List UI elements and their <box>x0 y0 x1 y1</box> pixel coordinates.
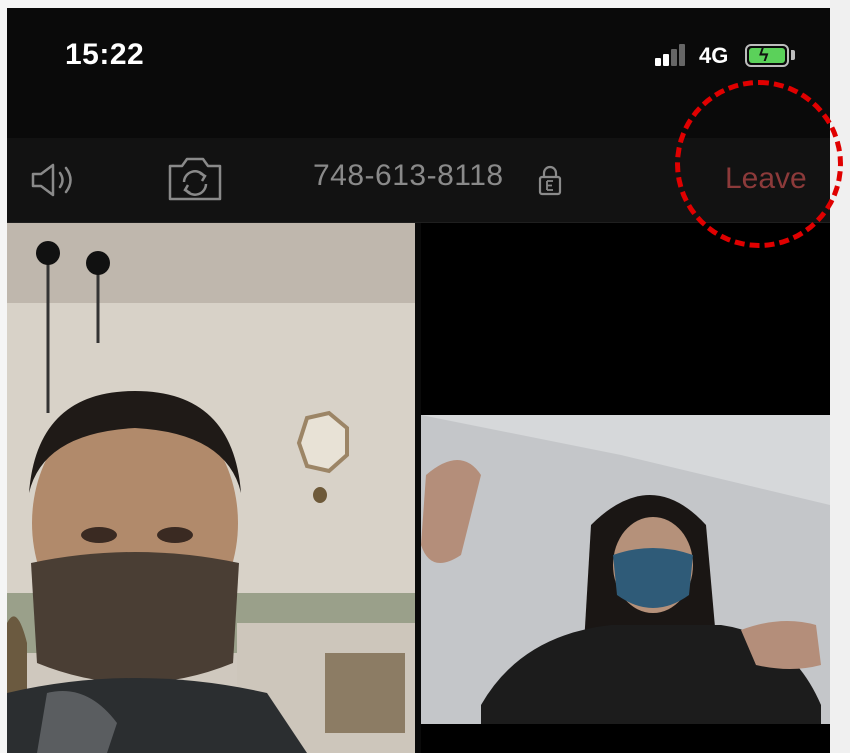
page-margin <box>830 0 850 753</box>
network-type: 4G <box>699 43 729 68</box>
speaker-icon[interactable] <box>29 160 81 200</box>
leave-highlight-circle <box>675 80 843 248</box>
status-time: 15:22 <box>65 38 145 71</box>
camera-switch-icon[interactable] <box>167 154 223 202</box>
participant-2-video <box>421 415 830 724</box>
video-tile-participant-2[interactable] <box>421 415 830 724</box>
battery-icon: ϟ <box>745 44 789 67</box>
video-tile-letterbox-bottom <box>421 724 830 753</box>
participant-1-video <box>7 223 415 753</box>
meeting-id: 748-613-8118 <box>313 159 504 192</box>
encrypted-lock-icon[interactable] <box>537 164 563 196</box>
signal-strength-icon <box>655 44 689 66</box>
video-tile-participant-1[interactable] <box>7 223 415 753</box>
video-tile-letterbox-top <box>421 223 830 415</box>
battery-tip <box>791 50 795 60</box>
